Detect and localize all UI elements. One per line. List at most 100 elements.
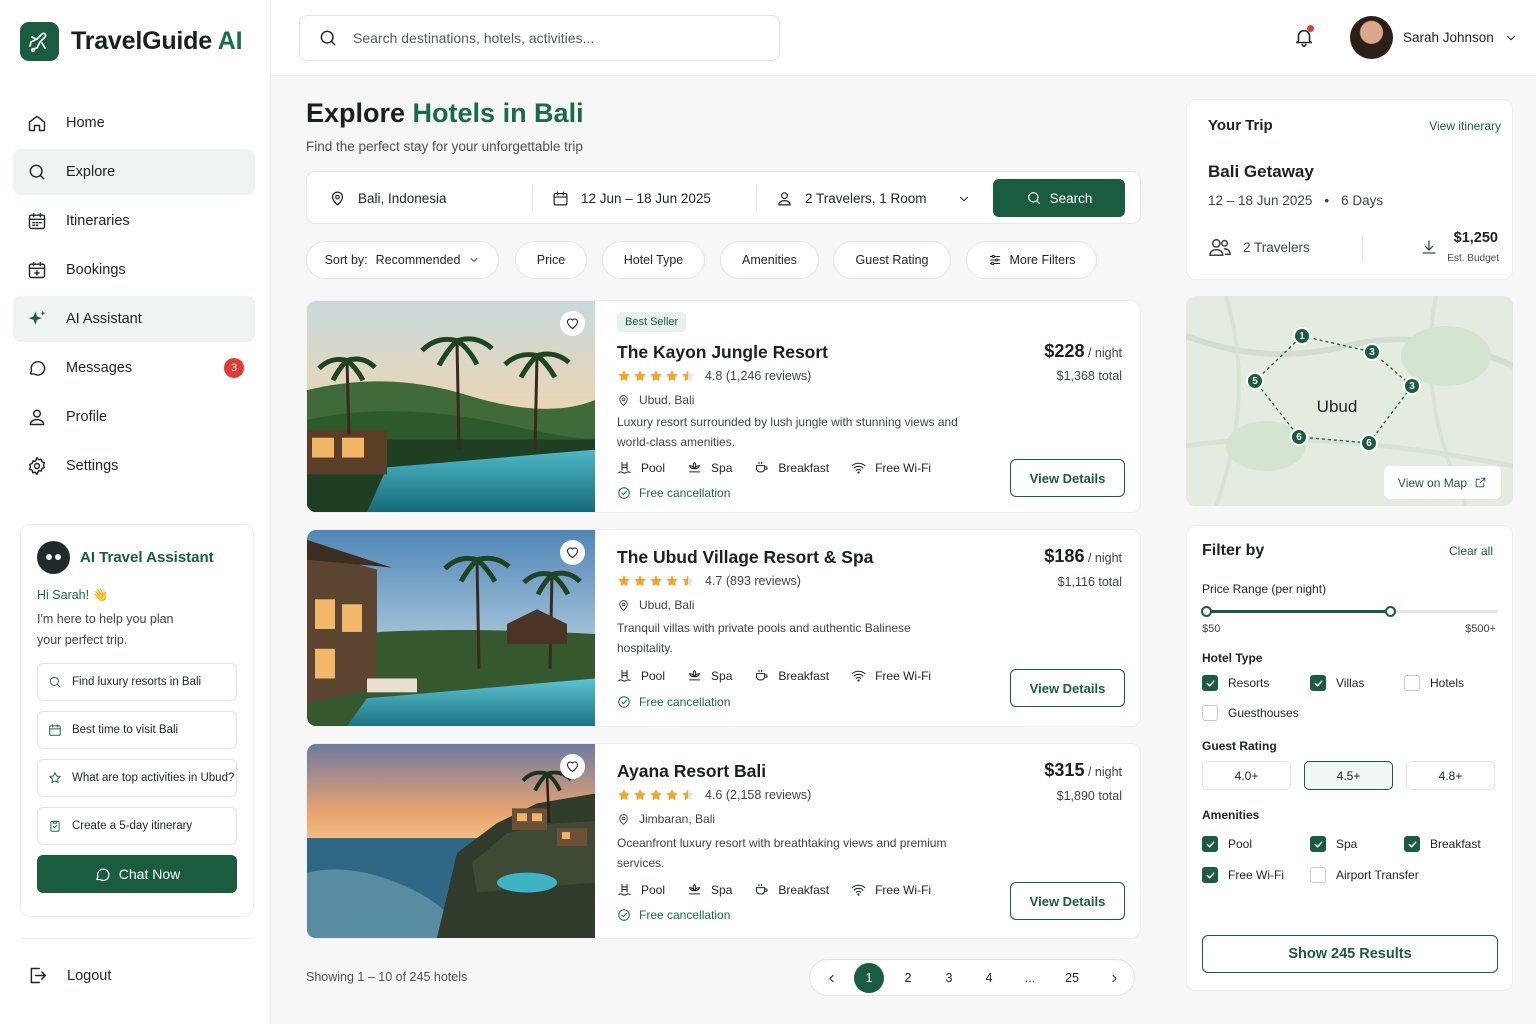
chevron-down-icon xyxy=(959,196,968,201)
rating-value: 4.7 xyxy=(705,574,723,588)
nav-item-explore[interactable]: Explore xyxy=(13,149,255,195)
search-button[interactable]: Search xyxy=(993,179,1125,217)
notification-dot xyxy=(1307,25,1314,32)
nav-item-itineraries[interactable]: Itineraries xyxy=(13,198,255,244)
search-input[interactable] xyxy=(353,30,733,46)
rating-4-0-button[interactable]: 4.0+ xyxy=(1202,761,1291,790)
download-icon[interactable] xyxy=(1420,238,1438,256)
heart-icon xyxy=(566,547,579,559)
logout-label: Logout xyxy=(67,967,112,984)
price-max-label: $500+ xyxy=(1465,623,1496,635)
hotel-photo[interactable] xyxy=(307,744,595,938)
prev-page-button[interactable] xyxy=(816,963,846,993)
hotel-type-filter-chip[interactable]: Hotel Type xyxy=(602,241,705,279)
map-marker[interactable]: 3 xyxy=(1363,343,1381,361)
amenities-filter-chip[interactable]: Amenities xyxy=(720,241,819,279)
hotel-name[interactable]: The Kayon Jungle Resort xyxy=(617,342,828,363)
nav-item-label: Profile xyxy=(66,409,108,425)
page-title: Explore Hotels in Bali xyxy=(306,98,584,128)
more-filters-button[interactable]: More Filters xyxy=(966,241,1097,279)
page-button[interactable]: 4 xyxy=(974,963,1004,993)
hotel-type-hotels-checkbox[interactable]: Hotels xyxy=(1404,675,1464,691)
view-details-button[interactable]: View Details xyxy=(1010,669,1125,707)
guests-field[interactable]: 2 Travelers, 1 Room xyxy=(776,172,971,225)
robot-icon xyxy=(37,541,70,574)
brand-logo[interactable]: TravelGuide AI xyxy=(20,22,243,61)
map-marker[interactable]: 5 xyxy=(1246,372,1264,390)
assistant-suggestion[interactable]: What are top activities in Ubud? xyxy=(37,759,237,797)
favorite-button[interactable] xyxy=(560,754,585,779)
gear-icon xyxy=(28,456,46,476)
favorite-button[interactable] xyxy=(560,540,585,565)
amenity-airport-transfer-checkbox[interactable]: Airport Transfer xyxy=(1310,867,1419,883)
hotel-type-guesthouses-checkbox[interactable]: Guesthouses xyxy=(1202,705,1299,721)
hotel-total: $1,890 total xyxy=(1056,789,1122,803)
user-menu[interactable]: Sarah Johnson xyxy=(1350,16,1518,59)
show-results-button[interactable]: Show 245 Results xyxy=(1202,935,1498,973)
map-panel[interactable]: Ubud 1 3 3 6 6 5 View on Map xyxy=(1186,296,1513,506)
location-label: Ubud, Bali xyxy=(639,598,695,612)
rating-4-5-button[interactable]: 4.5+ xyxy=(1304,761,1393,790)
page-button[interactable]: 2 xyxy=(893,963,923,993)
sort-dropdown[interactable]: Sort by: Recommended xyxy=(306,241,499,279)
hotel-card[interactable]: The Ubud Village Resort & Spa 4.7 (893 r… xyxy=(306,529,1141,727)
favorite-button[interactable] xyxy=(560,311,585,336)
page-button[interactable]: 1 xyxy=(854,963,884,993)
price-slider-max-handle[interactable] xyxy=(1384,606,1396,617)
nav-item-home[interactable]: Home xyxy=(13,100,255,146)
nav-item-ai-assistant[interactable]: AI Assistant xyxy=(13,296,255,342)
page-button[interactable]: 25 xyxy=(1057,963,1087,993)
amenity-wifi-checkbox[interactable]: Free Wi-Fi xyxy=(1202,867,1284,883)
pool-icon xyxy=(618,883,631,896)
amenity-pool-checkbox[interactable]: Pool xyxy=(1202,836,1252,852)
map-marker[interactable]: 3 xyxy=(1403,377,1421,395)
free-cancellation: Free cancellation xyxy=(617,695,730,709)
nav-item-label: Home xyxy=(66,115,105,131)
map-marker[interactable]: 6 xyxy=(1360,434,1378,452)
assistant-suggestion[interactable]: Create a 5-day itinerary xyxy=(37,807,237,845)
price-slider-track[interactable] xyxy=(1201,606,1498,617)
price-slider-min-handle[interactable] xyxy=(1201,606,1212,617)
star-icon xyxy=(618,575,630,587)
page-button[interactable]: 3 xyxy=(934,963,964,993)
nav-item-messages[interactable]: Messages 3 xyxy=(13,345,255,391)
chat-now-button[interactable]: Chat Now xyxy=(37,855,237,893)
next-page-button[interactable] xyxy=(1099,963,1129,993)
nav-item-bookings[interactable]: Bookings xyxy=(13,247,255,293)
assistant-suggestion[interactable]: Find luxury resorts in Bali xyxy=(37,663,237,701)
hotel-type-resorts-checkbox[interactable]: Resorts xyxy=(1202,675,1269,691)
location-field[interactable]: Bali, Indonesia xyxy=(329,172,447,225)
guest-rating-label: Guest Rating xyxy=(1202,739,1277,753)
logout-button[interactable]: Logout xyxy=(27,965,111,986)
dates-field[interactable]: 12 Jun – 18 Jun 2025 xyxy=(552,172,711,225)
star-icon xyxy=(666,575,678,587)
map-marker[interactable]: 6 xyxy=(1290,428,1308,446)
hotel-photo[interactable] xyxy=(307,530,595,726)
view-details-button[interactable]: View Details xyxy=(1010,882,1125,920)
view-on-map-button[interactable]: View on Map xyxy=(1384,466,1501,499)
rating-4-8-button[interactable]: 4.8+ xyxy=(1406,761,1495,790)
chevron-left-icon xyxy=(828,974,834,982)
hotel-card[interactable]: Best Seller The Kayon Jungle Resort 4.8 … xyxy=(306,300,1141,513)
assistant-suggestion[interactable]: Best time to visit Bali xyxy=(37,711,237,749)
hotel-photo[interactable] xyxy=(307,301,595,512)
nav-item-settings[interactable]: Settings xyxy=(13,443,255,489)
clear-all-link[interactable]: Clear all xyxy=(1449,544,1493,558)
amenity-breakfast-checkbox[interactable]: Breakfast xyxy=(1404,836,1481,852)
hotel-card[interactable]: Ayana Resort Bali 4.6 (2,158 reviews) Ji… xyxy=(306,743,1141,939)
map-marker[interactable]: 1 xyxy=(1293,327,1311,345)
guest-rating-filter-chip[interactable]: Guest Rating xyxy=(833,241,951,279)
amenity-pool: Pool xyxy=(617,882,665,897)
hotel-type-villas-checkbox[interactable]: Villas xyxy=(1310,675,1364,691)
amenity-list: Pool Spa Breakfast Free Wi-Fi xyxy=(617,460,931,475)
price-filter-chip[interactable]: Price xyxy=(515,241,587,279)
hotel-location: Jimbaran, Bali xyxy=(617,812,715,826)
view-itinerary-link[interactable]: View itinerary xyxy=(1429,119,1501,133)
chevron-right-icon xyxy=(1111,974,1117,982)
amenity-spa-checkbox[interactable]: Spa xyxy=(1310,836,1357,852)
nav-item-profile[interactable]: Profile xyxy=(13,394,255,440)
divider xyxy=(532,185,533,212)
hotel-name[interactable]: The Ubud Village Resort & Spa xyxy=(617,547,873,568)
hotel-name[interactable]: Ayana Resort Bali xyxy=(617,761,766,782)
view-details-button[interactable]: View Details xyxy=(1010,459,1125,497)
